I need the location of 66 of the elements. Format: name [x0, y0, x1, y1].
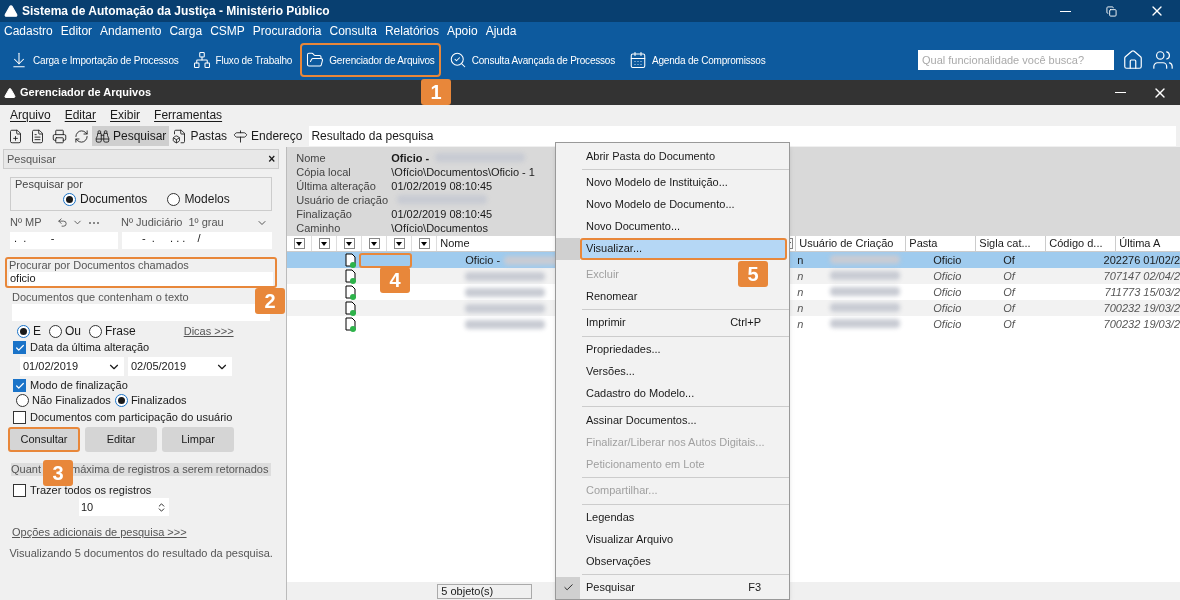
table-cell: n	[797, 301, 804, 314]
table-cell: n	[797, 317, 804, 330]
table-cell: n	[797, 285, 804, 298]
table-cell: 707147	[1103, 269, 1141, 283]
table-cell: Of	[1003, 317, 1015, 330]
panel-title: Pesquisar	[7, 152, 56, 166]
callout-number: 1	[421, 79, 451, 105]
table-cell: Oficio	[933, 269, 962, 282]
detail-value: 01/02/2019 08:10:45	[391, 179, 493, 193]
detail-label: Última alteração	[296, 179, 377, 193]
detail-label: Usuário de criação	[296, 193, 389, 207]
radio-label: Documentos	[80, 193, 148, 206]
table-cell: Oficio	[933, 317, 962, 330]
table-cell: 02/04/2	[1143, 269, 1180, 282]
radio-label: Finalizados	[130, 394, 187, 407]
table-cell: Of	[1003, 301, 1015, 314]
section-heading: Quant	[11, 463, 41, 476]
callout-number: 3	[43, 460, 73, 486]
detail-label: Nome	[296, 151, 327, 165]
detail-value: \Ofício\Documentos\Oficio - 1	[391, 165, 535, 179]
table-cell: Oficio	[933, 253, 962, 266]
callout-number: 2	[255, 288, 285, 314]
table-cell: n	[797, 269, 804, 282]
table-cell: 202276	[1103, 253, 1141, 267]
table-cell: 19/03/2	[1143, 317, 1180, 330]
field-label: Nº MP	[10, 216, 43, 229]
radio-label: Modelos	[184, 193, 230, 206]
detail-value: 01/02/2019 08:10:45	[391, 207, 493, 221]
table-cell: Oficio	[933, 301, 962, 314]
field-label: 1º grau	[188, 216, 224, 229]
group-label: Pesquisar por	[15, 178, 84, 191]
table-cell: Oficio	[933, 285, 962, 298]
detail-label: Finalização	[296, 207, 353, 221]
callout-number: 4	[380, 267, 410, 293]
checkbox-label: Modo de finalização	[30, 379, 128, 392]
detail-value: Oficio -	[391, 151, 430, 165]
table-cell: 711773	[1104, 285, 1141, 299]
detail-label: Cópia local	[296, 165, 352, 179]
table-cell: 700232	[1103, 301, 1141, 315]
table-cell: Of	[1003, 269, 1015, 282]
table-cell: Oficio -	[465, 253, 501, 267]
checkbox-label: Data da última alteração	[30, 341, 150, 354]
checkbox-label: Trazer todos os registros	[30, 484, 152, 497]
field-label: Nº Judiciário	[121, 216, 183, 229]
shortcut-text: Ctrl+P	[730, 316, 761, 330]
radio-label: Não Finalizados	[32, 394, 111, 407]
window-title: Sistema de Automação da Justiça - Ministério Público	[22, 4, 330, 18]
table-cell: 700232	[1103, 317, 1141, 331]
shortcut-text: F3	[748, 581, 761, 595]
table-cell: 01/02/2	[1143, 253, 1180, 266]
table-cell: Of	[1003, 285, 1015, 298]
window-title: Gerenciador de Arquivos	[20, 86, 152, 99]
checkbox-label: Documentos com participação do usuário	[30, 411, 233, 424]
table-cell: n	[797, 253, 804, 266]
radio-label: E	[33, 325, 41, 338]
table-cell: Of	[1003, 253, 1015, 266]
callout-number: 5	[738, 261, 768, 287]
radio-label: Frase	[105, 325, 136, 338]
status-text: Visualizando 5 documentos do resultado da pesquisa.	[8, 547, 274, 560]
detail-label: Caminho	[296, 221, 342, 235]
radio-label: Ou	[65, 325, 82, 338]
status-count: 5 objeto(s)	[437, 583, 533, 599]
detail-value: \Ofício\Documentos	[391, 221, 488, 235]
table-cell: 15/03/2	[1143, 285, 1180, 298]
table-cell: 19/03/2	[1143, 301, 1180, 314]
field-label: Documentos que contenham o texto	[12, 291, 190, 304]
